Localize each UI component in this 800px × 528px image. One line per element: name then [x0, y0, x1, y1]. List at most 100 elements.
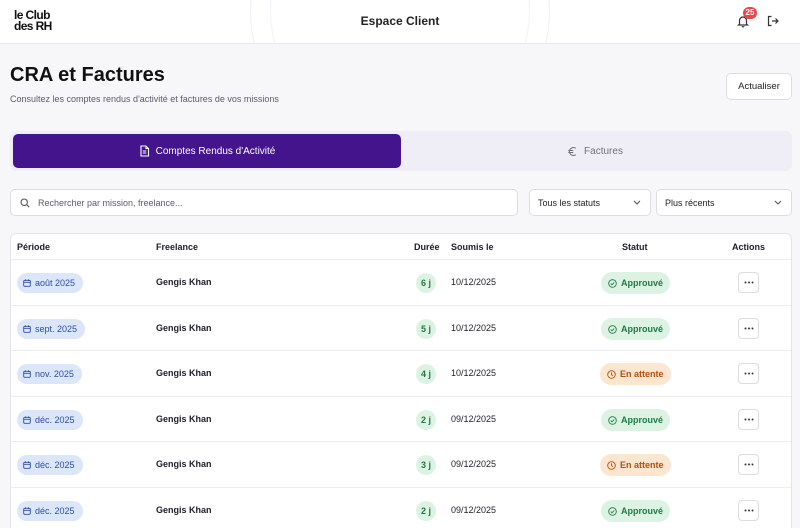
- clock-icon: [607, 460, 616, 470]
- row-actions-button[interactable]: [738, 318, 759, 339]
- period-label: août 2025: [35, 278, 76, 288]
- freelance-name: Gengis Khan: [156, 505, 212, 515]
- more-horizontal-icon: [744, 327, 753, 330]
- notification-badge: 25: [743, 7, 757, 19]
- check-circle-icon: [608, 324, 617, 334]
- top-header: le Club des RH Espace Client 25: [0, 0, 800, 44]
- column-header-period[interactable]: Période: [17, 242, 50, 252]
- submitted-date: 10/12/2025: [451, 368, 497, 378]
- submitted-date: 09/12/2025: [451, 459, 497, 469]
- table-row[interactable]: nov. 2025 Gengis Khan 4 j 10/12/2025 En atte…: [11, 350, 791, 396]
- freelance-name: Gengis Khan: [156, 368, 212, 378]
- row-actions-button[interactable]: [738, 363, 759, 384]
- period-badge: déc. 2025: [17, 410, 83, 430]
- column-header-actions: Actions: [732, 242, 766, 252]
- period-badge: déc. 2025: [17, 501, 83, 521]
- more-horizontal-icon: [744, 281, 753, 284]
- sort-select[interactable]: Plus récents: [656, 189, 792, 216]
- submitted-date: 09/12/2025: [451, 505, 497, 515]
- column-header-duration[interactable]: Durée: [414, 242, 440, 252]
- status-badge: Approuvé: [601, 318, 671, 340]
- table-row[interactable]: déc. 2025 Gengis Khan 3 j 09/12/2025 En atte…: [11, 441, 791, 487]
- freelance-name: Gengis Khan: [156, 414, 212, 424]
- chevron-down-icon: [774, 200, 782, 205]
- duration-badge: 2 j: [416, 501, 436, 521]
- tab-bar: Comptes Rendus d'Activité Factures: [10, 131, 792, 171]
- submitted-date: 10/12/2025: [451, 277, 497, 287]
- status-filter-value: Tous les statuts: [538, 198, 601, 208]
- more-horizontal-icon: [744, 463, 753, 466]
- duration-badge: 3 j: [416, 455, 436, 475]
- period-label: déc. 2025: [35, 506, 75, 516]
- column-header-submitted[interactable]: Soumis le: [451, 242, 494, 252]
- period-badge: sept. 2025: [17, 319, 86, 339]
- status-label: Approuvé: [621, 506, 664, 516]
- status-label: Approuvé: [621, 415, 664, 425]
- period-badge: déc. 2025: [17, 455, 83, 475]
- freelance-name: Gengis Khan: [156, 277, 212, 287]
- status-badge: En attente: [600, 363, 671, 385]
- column-header-status[interactable]: Statut: [622, 242, 648, 252]
- duration-badge: 2 j: [416, 410, 436, 430]
- refresh-button[interactable]: Actualiser: [726, 73, 792, 100]
- row-actions-button[interactable]: [738, 500, 759, 521]
- column-header-freelance[interactable]: Freelance: [156, 242, 198, 252]
- status-badge: Approuvé: [601, 500, 671, 522]
- submitted-date: 10/12/2025: [451, 323, 497, 333]
- page-title: CRA et Factures: [10, 64, 165, 86]
- header-title: Espace Client: [360, 14, 440, 28]
- status-label: En attente: [620, 460, 664, 470]
- table-row[interactable]: déc. 2025 Gengis Khan 2 j 09/12/2025 Approuv…: [11, 396, 791, 442]
- table-row[interactable]: sept. 2025 Gengis Khan 5 j 10/12/2025 Approu…: [11, 305, 791, 351]
- freelance-name: Gengis Khan: [156, 323, 212, 333]
- period-label: déc. 2025: [35, 415, 75, 425]
- clock-icon: [607, 369, 616, 379]
- chevron-down-icon: [633, 200, 641, 205]
- period-badge: nov. 2025: [17, 364, 82, 384]
- tab-cra-label: Comptes Rendus d'Activité: [155, 145, 276, 157]
- page-subtitle: Consultez les comptes rendus d'activité …: [10, 94, 279, 104]
- status-badge: En attente: [600, 454, 671, 476]
- tab-factures-label: Factures: [584, 145, 623, 157]
- more-horizontal-icon: [744, 509, 753, 512]
- calendar-icon: [23, 370, 31, 378]
- check-circle-icon: [608, 415, 617, 425]
- euro-icon: [568, 146, 577, 156]
- freelance-name: Gengis Khan: [156, 459, 212, 469]
- logout-icon[interactable]: [766, 14, 780, 28]
- calendar-icon: [23, 279, 31, 287]
- tab-factures[interactable]: Factures: [401, 134, 789, 168]
- row-actions-button[interactable]: [738, 454, 759, 475]
- row-actions-button[interactable]: [738, 272, 759, 293]
- duration-badge: 6 j: [416, 273, 436, 293]
- more-horizontal-icon: [744, 418, 753, 421]
- period-badge: août 2025: [17, 273, 84, 293]
- tab-cra[interactable]: Comptes Rendus d'Activité: [13, 134, 401, 168]
- check-circle-icon: [608, 506, 617, 516]
- calendar-icon: [23, 325, 31, 333]
- status-filter-select[interactable]: Tous les statuts: [529, 189, 651, 216]
- more-horizontal-icon: [744, 372, 753, 375]
- sort-value: Plus récents: [665, 198, 715, 208]
- status-label: Approuvé: [621, 278, 664, 288]
- search-box: [10, 189, 518, 216]
- row-actions-button[interactable]: [738, 409, 759, 430]
- table-row[interactable]: août 2025 Gengis Khan 6 j 10/12/2025 Approuv…: [11, 259, 791, 305]
- status-badge: Approuvé: [601, 409, 671, 431]
- calendar-icon: [23, 507, 31, 515]
- status-label: En attente: [620, 369, 664, 379]
- table-row[interactable]: déc. 2025 Gengis Khan 2 j 09/12/2025 Approuv…: [11, 487, 791, 528]
- period-label: déc. 2025: [35, 460, 75, 470]
- status-badge: Approuvé: [601, 272, 671, 294]
- calendar-icon: [23, 461, 31, 469]
- submitted-date: 09/12/2025: [451, 414, 497, 424]
- search-input[interactable]: [38, 190, 508, 215]
- duration-badge: 4 j: [416, 364, 436, 384]
- status-label: Approuvé: [621, 324, 664, 334]
- period-label: sept. 2025: [35, 324, 78, 334]
- duration-badge: 5 j: [416, 319, 436, 339]
- document-icon: [140, 145, 149, 157]
- check-circle-icon: [608, 278, 617, 288]
- calendar-icon: [23, 416, 31, 424]
- cra-table: Période Freelance Durée Soumis le Statut…: [10, 233, 792, 528]
